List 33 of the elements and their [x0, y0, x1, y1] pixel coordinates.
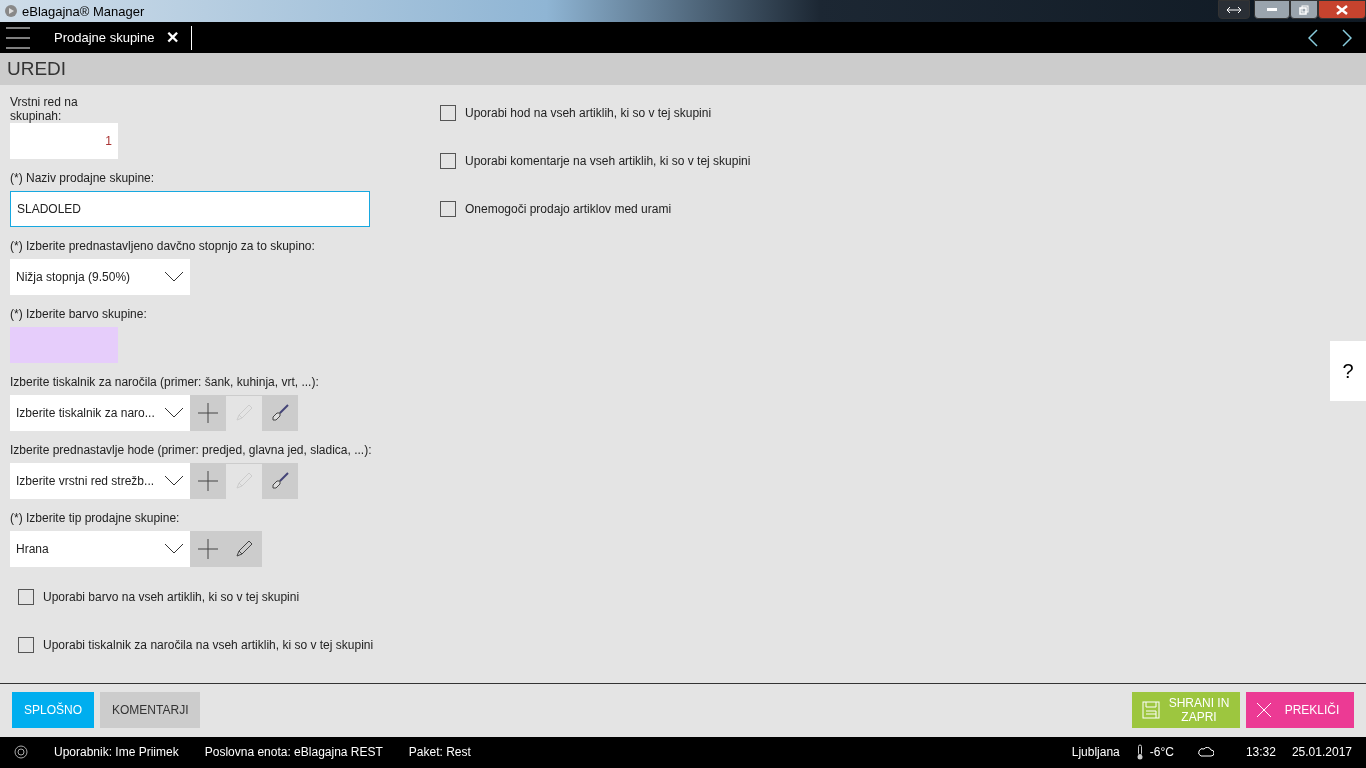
dropdown[interactable]: Izberite tiskalnik za naro...: [10, 394, 190, 431]
user-label: Uporabnik: Ime Priimek: [54, 745, 179, 760]
date-label: 25.01.2017: [1291, 745, 1352, 760]
help-button[interactable]: ?: [1330, 341, 1366, 401]
open-tab[interactable]: Prodajne skupine ✕: [40, 25, 193, 50]
checkbox-label: Uporabi tiskalnik za naročila na vseh artiklih, ki so v tej skupini: [43, 637, 374, 652]
page-title: UREDI: [7, 57, 67, 80]
business-unit-label: Poslovna enota: eBlagajna REST: [204, 745, 383, 760]
dropdown[interactable]: Hrana: [10, 530, 190, 567]
field-label: (*) Izberite prednastavljeno davčno stopnjo za to skupino:: [10, 238, 316, 253]
checkbox-label: Uporabi hod na vseh artiklih, ki so v tej skupini: [465, 105, 712, 120]
time-label: 13:32: [1245, 745, 1276, 760]
dropdown[interactable]: Izberite vrstni red strežb...: [10, 462, 190, 499]
tax-dropdown[interactable]: Nižja stopnja (9.50%): [10, 258, 190, 295]
close-tab-button[interactable]: ✕: [166, 28, 180, 48]
order-input[interactable]: 1: [10, 122, 118, 159]
package-label: Paket: Rest: [408, 745, 471, 760]
field-label: (*) Izberite tip prodajne skupine:: [10, 510, 181, 525]
city-label: Ljubljana: [1071, 745, 1120, 760]
tab-button[interactable]: KOMENTARJI: [100, 692, 201, 729]
field-label: Izberite prednastavlje hode (primer: predjed, glavna jed, sladica, ...):: [10, 442, 370, 457]
cancel-button[interactable]: PREKLIČI: [1246, 692, 1354, 729]
temperature-label: -6°C: [1149, 745, 1174, 760]
tab-title: Prodajne skupine: [54, 30, 155, 46]
field-label: (*) Naziv prodajne skupine:: [10, 170, 156, 185]
window-title: eBlagajna® Manager: [22, 3, 145, 19]
checkbox-label: Uporabi komentarje na vseh artiklih, ki so v tej skupini: [465, 153, 751, 168]
checkbox-label: Uporabi barvo na vseh artiklih, ki so v tej skupini: [43, 589, 300, 604]
field-label: Izberite tiskalnik za naročila (primer: šank, kuhinja, vrt, ...):: [10, 374, 320, 389]
checkbox-label: Onemogoči prodajo artiklov med urami: [465, 201, 672, 216]
field-label: (*) Izberite barvo skupine:: [10, 306, 148, 321]
field-label: Vrstni red na skupinah:: [10, 94, 79, 123]
name-input[interactable]: SLADOLED: [10, 190, 370, 227]
